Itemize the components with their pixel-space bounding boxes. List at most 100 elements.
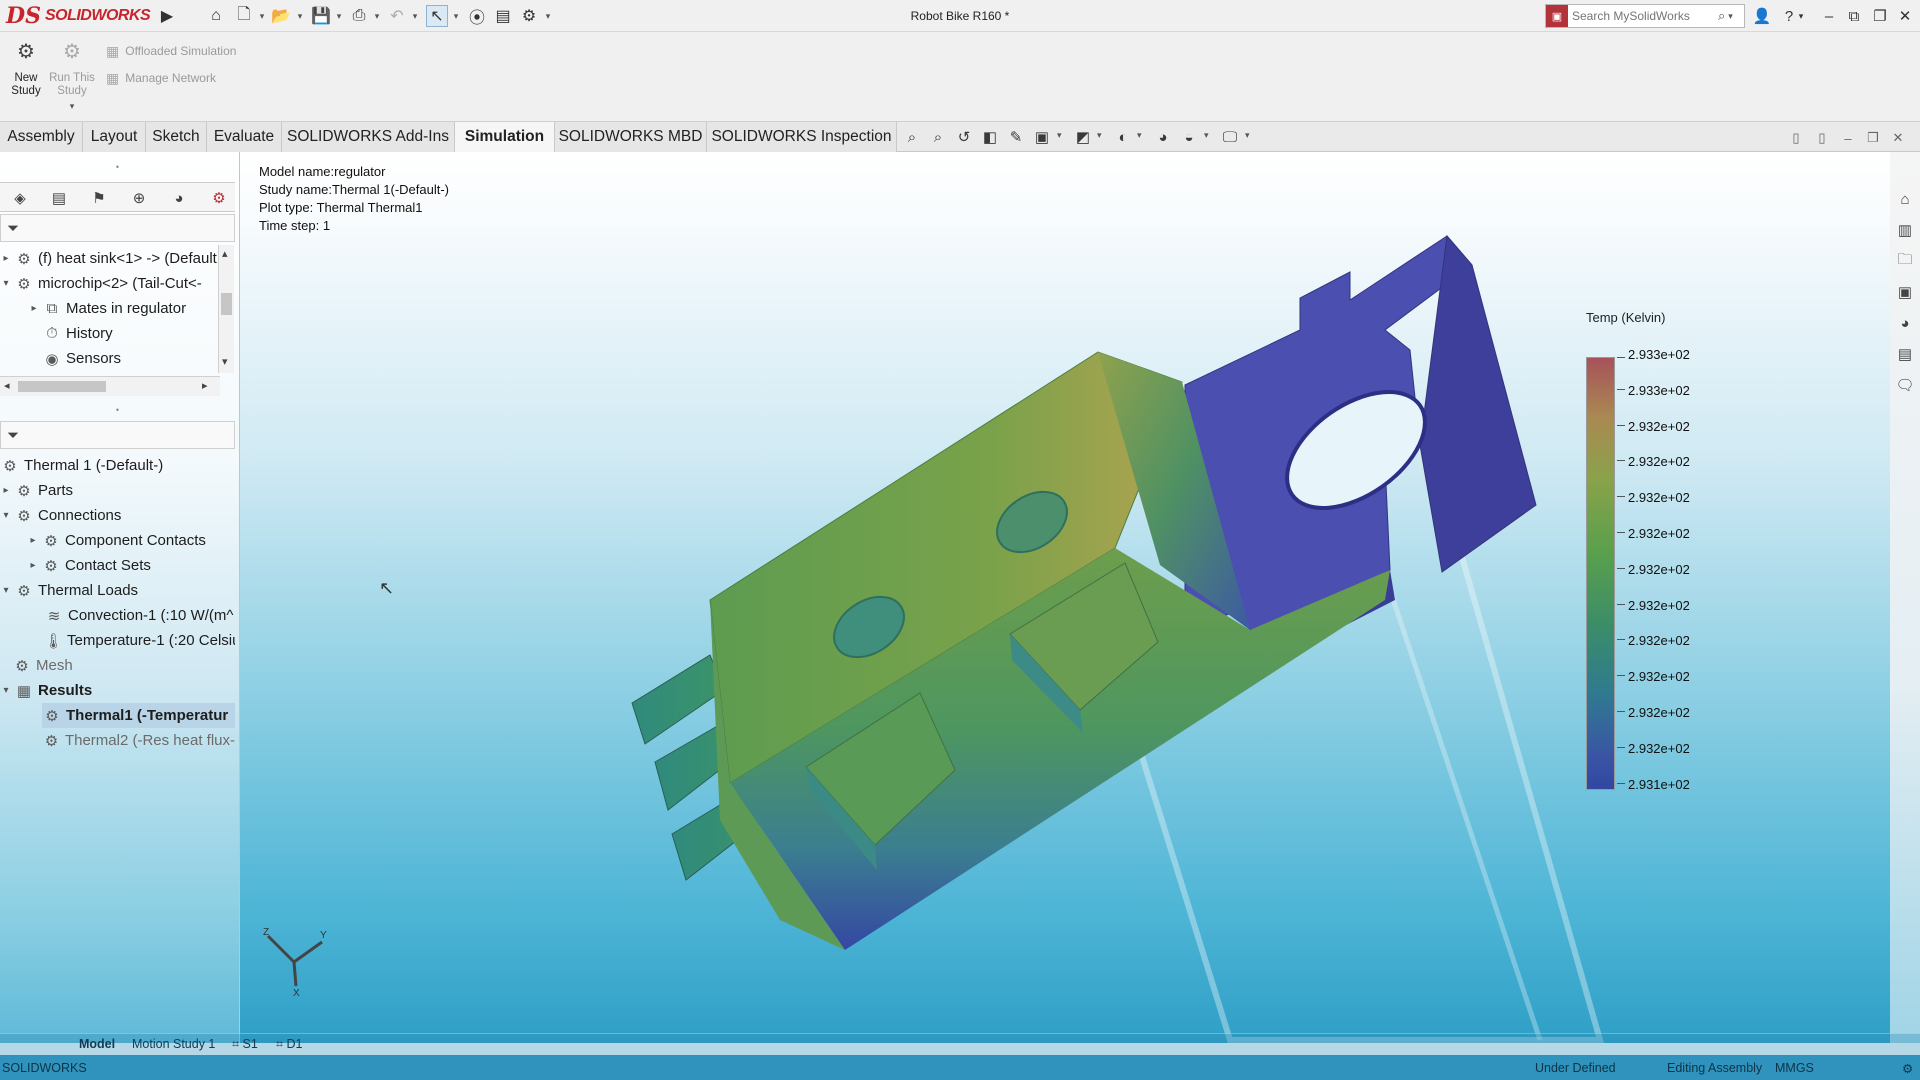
scrollbar-thumb[interactable] [18, 381, 106, 392]
tree-item-thermal1-result[interactable]: ⚙ Thermal1 (-Temperatur [42, 703, 235, 728]
chevron-down-icon[interactable]: ▾ [1796, 5, 1806, 27]
tab-layout[interactable]: Layout [83, 122, 146, 152]
restore-icon[interactable]: ❐ [1869, 5, 1891, 27]
doc-restore-icon[interactable]: ❐ [1863, 128, 1883, 148]
tree-item-microchip[interactable]: ▾ ⚙ microchip<2> (Tail-Cut<- [0, 271, 218, 296]
view-palette-icon[interactable]: ▣ [1894, 281, 1916, 303]
tree-item-temperature[interactable]: 🌡 Temperature-1 (:20 Celsiu [44, 628, 235, 653]
chevron-down-icon[interactable]: ▾ [257, 5, 267, 27]
tree-item-component-contacts[interactable]: ▸ ⚙ Component Contacts [27, 528, 235, 553]
displaymanager-tab-icon[interactable]: ◕ [166, 187, 192, 209]
new-study-button[interactable]: ⚙ New Study [2, 42, 50, 116]
tree-item-contact-sets[interactable]: ▸ ⚙ Contact Sets [27, 553, 235, 578]
collapse-arrow-icon[interactable]: ▾ [0, 278, 12, 289]
collapse-arrow-icon[interactable]: ▾ [0, 685, 12, 696]
custom-properties-icon[interactable]: ▤ [1894, 343, 1916, 365]
chevron-down-icon[interactable]: ▾ [48, 100, 96, 113]
file-explorer-icon[interactable]: 🗀 [1894, 250, 1916, 272]
d1-tab[interactable]: ⌗ D1 [276, 1037, 303, 1052]
expand-arrow-icon[interactable]: ▸ [28, 303, 40, 314]
tree-horizontal-scrollbar[interactable]: ◂ ▸ [0, 376, 220, 396]
tree-vertical-scrollbar[interactable]: ▴ ▾ [218, 245, 234, 373]
options-gear-icon[interactable]: ⚙ [518, 5, 540, 27]
simulation-tree-filter[interactable]: ⏷ [0, 421, 235, 449]
run-study-button[interactable]: ⚙ Run This Study ▾ [48, 42, 96, 116]
tab-inspection[interactable]: SOLIDWORKS Inspection [707, 122, 897, 152]
chevron-down-icon[interactable]: ▾ [1057, 130, 1062, 141]
tree-item-mesh[interactable]: ⚙ Mesh [12, 653, 235, 678]
tree-item-heat-sink[interactable]: ▸ ⚙ (f) heat sink<1> -> (Default [0, 246, 218, 271]
scroll-right-icon[interactable]: ▸ [202, 379, 208, 392]
manage-network-button[interactable]: ▦ Manage Network [106, 67, 216, 89]
study-root[interactable]: ⚙ Thermal 1 (-Default-) [0, 453, 235, 478]
panel-splitter-handle[interactable]: • [0, 404, 235, 416]
undo-icon[interactable]: ↶ [386, 5, 408, 27]
tree-item-results[interactable]: ▾ ▦ Results [0, 678, 235, 703]
doc-close-icon[interactable]: ✕ [1888, 128, 1908, 148]
print-icon[interactable]: ⎙ [348, 5, 370, 27]
select-pointer-icon[interactable]: ↖ [426, 5, 448, 27]
view-settings-monitor-icon[interactable]: 🖵 [1219, 126, 1241, 148]
edit-appearance-icon[interactable]: ◕ [1152, 126, 1174, 148]
tab-assembly[interactable]: Assembly [0, 122, 83, 152]
dynamic-annotation-icon[interactable]: ✎ [1005, 126, 1027, 148]
section-view-icon[interactable]: ◧ [979, 126, 1001, 148]
tree-item-mates[interactable]: ▸ ⧉ Mates in regulator [28, 296, 218, 321]
chevron-down-icon[interactable]: ▾ [1245, 130, 1250, 141]
scroll-up-icon[interactable]: ▴ [222, 247, 228, 260]
panel-splitter-handle[interactable]: • [0, 161, 235, 173]
chevron-down-icon[interactable]: ▾ [1204, 130, 1209, 141]
expand-arrow-icon[interactable]: ▸ [27, 535, 39, 546]
chevron-down-icon[interactable]: ▾ [295, 5, 305, 27]
new-document-icon[interactable]: 🗋 [233, 5, 255, 27]
display-style-icon[interactable]: ◩ [1072, 126, 1094, 148]
home-icon[interactable]: ⌂ [205, 5, 227, 27]
expand-arrow-icon[interactable]: ▸ [0, 253, 12, 264]
solidworks-logo[interactable]: DS SOLIDWORKS [6, 2, 154, 30]
chevron-down-icon[interactable]: ▾ [543, 5, 553, 27]
chevron-down-icon[interactable]: ▾ [1097, 130, 1102, 141]
hide-show-items-icon[interactable]: ◐ [1112, 126, 1134, 148]
doc-minimize-icon[interactable]: – [1838, 128, 1858, 148]
expand-arrow-icon[interactable]: ▸ [0, 485, 12, 496]
apply-scene-icon[interactable]: ◒ [1178, 126, 1200, 148]
tile-left-icon[interactable]: ▯ [1786, 128, 1806, 148]
expand-menu-arrow-icon[interactable]: ▶ [156, 5, 178, 27]
chevron-down-icon[interactable]: ▾ [372, 5, 382, 27]
tree-item-thermal2-result[interactable]: ⚙ Thermal2 (-Res heat flux- [42, 728, 235, 753]
collapse-arrow-icon[interactable]: ▾ [0, 585, 12, 596]
tree-item-parts[interactable]: ▸ ⚙ Parts [0, 478, 235, 503]
expand-arrow-icon[interactable]: ▸ [27, 560, 39, 571]
rebuild-icon[interactable]: ⦿ [466, 5, 488, 27]
chevron-down-icon[interactable]: ▾ [1137, 130, 1142, 141]
search-box[interactable]: ▣ ⌕ ▾ [1545, 4, 1745, 28]
search-input[interactable] [1572, 9, 1712, 23]
simulation-tab-icon[interactable]: ⚙ [206, 187, 232, 209]
chevron-down-icon[interactable]: ▾ [451, 5, 461, 27]
zoom-to-area-icon[interactable]: ⌕ [927, 126, 949, 148]
tab-addins[interactable]: SOLIDWORKS Add-Ins [282, 122, 455, 152]
tab-sketch[interactable]: Sketch [146, 122, 207, 152]
tab-evaluate[interactable]: Evaluate [207, 122, 282, 152]
chevron-down-icon[interactable]: ▾ [1728, 11, 1733, 22]
search-icon[interactable]: ⌕ [1718, 8, 1725, 24]
tile-windows-icon[interactable]: ⧉ [1843, 5, 1865, 27]
user-account-icon[interactable]: 👤 [1751, 5, 1773, 27]
previous-view-icon[interactable]: ↺ [953, 126, 975, 148]
configurationmanager-tab-icon[interactable]: ⚑ [86, 187, 112, 209]
tree-item-convection[interactable]: ≋ Convection-1 (:10 W/(m^ [44, 603, 235, 628]
color-legend-bar[interactable] [1586, 357, 1615, 790]
tree-item-connections[interactable]: ▾ ⚙ Connections [0, 503, 235, 528]
tab-simulation[interactable]: Simulation [455, 122, 555, 152]
model-tab[interactable]: Model [79, 1037, 115, 1051]
save-icon[interactable]: 💾 [310, 5, 332, 27]
chevron-down-icon[interactable]: ▾ [410, 5, 420, 27]
zoom-to-fit-icon[interactable]: ⌕ [901, 126, 923, 148]
appearances-scenes-icon[interactable]: ◕ [1894, 312, 1916, 334]
collapse-arrow-icon[interactable]: ▾ [0, 510, 12, 521]
motion-study-tab[interactable]: Motion Study 1 [132, 1037, 215, 1051]
close-icon[interactable]: ✕ [1894, 5, 1916, 27]
s1-tab[interactable]: ⌗ S1 [232, 1037, 258, 1052]
open-folder-icon[interactable]: 📂 [270, 5, 292, 27]
solidworks-resources-home-icon[interactable]: ⌂ [1894, 188, 1916, 210]
